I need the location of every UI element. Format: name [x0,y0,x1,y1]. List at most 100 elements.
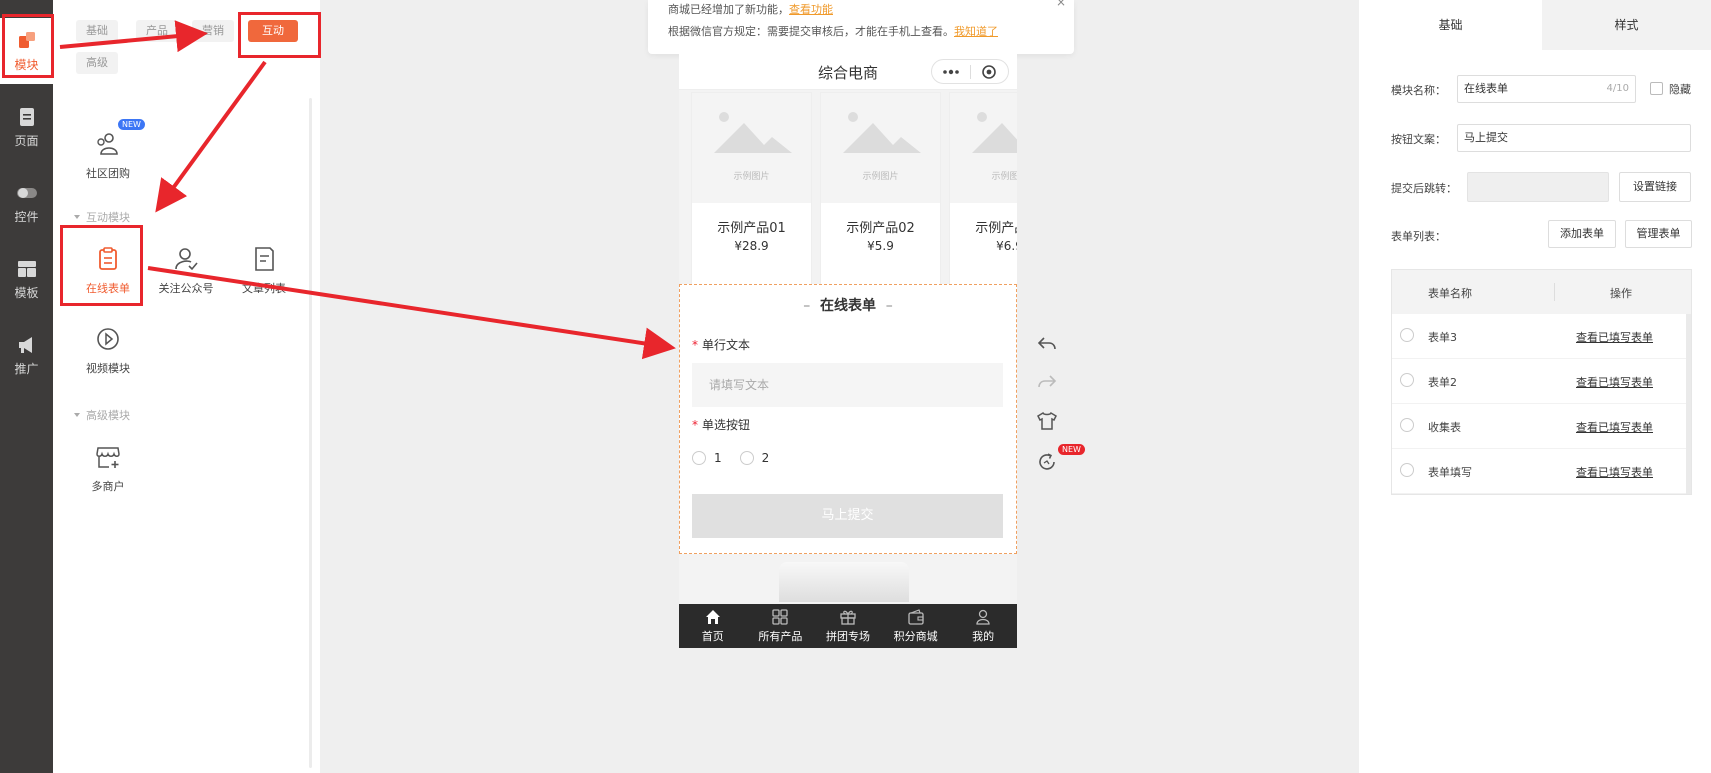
row-radio[interactable] [1400,418,1414,432]
category-interactive[interactable]: 互动 [248,20,298,42]
add-form-button[interactable]: 添加表单 [1548,220,1616,248]
product-image: 示例图片 [692,93,811,203]
view-filled-link[interactable]: 查看已填写表单 [1576,329,1653,345]
wallet-icon [907,609,924,625]
megaphone-icon [18,336,32,353]
text-input[interactable]: 请填写文本 [692,363,1003,407]
settings-panel: 基础 样式 模块名称： 在线表单 4/10 隐藏 按钮文案： 马上提交 提交后跳转… [1359,0,1711,773]
rail-item-promote[interactable]: 推广 [0,322,53,388]
view-filled-link[interactable]: 查看已填写表单 [1576,374,1653,390]
rail-item-control[interactable]: 控件 [0,170,53,236]
gift-icon [840,610,856,625]
image-placeholder-icon [843,112,921,153]
char-count: 4/10 [1606,83,1629,94]
module-video[interactable]: 视频模块 [69,325,147,376]
image-placeholder-icon [714,112,792,153]
view-filled-link[interactable]: 查看已填写表单 [1576,464,1653,480]
table-row[interactable]: 表单3 查看已填写表单 [1392,314,1691,359]
clipboard-icon [99,247,117,270]
table-row[interactable]: 表单2 查看已填写表单 [1392,359,1691,404]
category-marketing[interactable]: 营销 [192,20,234,42]
redirect-link-input[interactable] [1467,172,1609,202]
undo-icon[interactable] [1036,333,1060,357]
table-row[interactable]: 收集表 查看已填写表单 [1392,404,1691,449]
tab-home[interactable]: 首页 [679,604,747,648]
rail-item-template[interactable]: 模板 [0,246,53,312]
category-advanced[interactable]: 高级 [76,52,118,74]
radio-option-1[interactable] [692,451,706,465]
category-product[interactable]: 产品 [136,20,178,42]
community-group-icon [97,133,118,155]
user-icon [976,609,990,625]
toolbar-new-badge: NEW [1058,444,1085,455]
button-text-input[interactable]: 马上提交 [1457,124,1691,152]
table-header: 表单名称 操作 [1392,270,1691,314]
module-multi-merchant[interactable]: 多商户 [69,443,147,494]
image-placeholder-icon [972,112,1017,153]
row-radio[interactable] [1400,463,1414,477]
form-title: – 在线表单 – [803,298,893,314]
set-link-button[interactable]: 设置链接 [1619,172,1691,202]
module-online-form[interactable]: 在线表单 [69,245,147,296]
online-form-module[interactable]: – 在线表单 – * 单行文本 请填写文本 * 单选按钮 1 2 马上提交 [679,284,1017,554]
toggle-icon [16,187,37,198]
button-text-label: 按钮文案： [1391,133,1446,146]
update-notice: 商城已经增加了新功能，查看功能 根据微信官方规定：需要提交审核后，才能在手机上查… [648,0,1074,54]
theme-shirt-icon[interactable] [1036,410,1060,434]
view-filled-link[interactable]: 查看已填写表单 [1576,419,1653,435]
refresh-icon[interactable] [1036,451,1060,475]
notice-line-1: 商城已经增加了新功能，查看功能 [668,3,833,16]
section-advanced: 高级模块 [74,407,130,423]
home-icon [705,610,720,624]
module-community-group[interactable]: 社区团购 [69,130,147,181]
module-article-list[interactable]: 文章列表 [225,245,303,296]
category-basic[interactable]: 基础 [76,20,118,42]
rail-item-page[interactable]: 页面 [0,94,53,160]
module-follow-account[interactable]: 关注公众号 [147,245,225,296]
module-name-label: 模块名称： [1391,84,1446,97]
more-dots-icon[interactable] [932,69,970,75]
tab-style[interactable]: 样式 [1542,0,1711,50]
hide-label: 隐藏 [1669,83,1691,96]
notice-line-2: 根据微信官方规定：需要提交审核后，才能在手机上查看。我知道了 [668,25,998,38]
tab-group-buy[interactable]: 拼团专场 [814,604,882,648]
text-field-label: * 单行文本 [692,338,751,352]
product-image: 示例图片 [950,93,1017,203]
radio-group: 1 2 [692,451,769,465]
radio-option-2[interactable] [739,451,754,465]
module-icon [18,31,35,48]
tab-all-products[interactable]: 所有产品 [747,604,815,648]
row-radio[interactable] [1400,328,1414,342]
table-row[interactable]: 表单填写 查看已填写表单 [1392,449,1691,494]
form-list-label: 表单列表： [1391,230,1446,243]
got-it-link[interactable]: 我知道了 [954,25,998,38]
table-scrollbar[interactable] [1686,314,1691,494]
tab-basic[interactable]: 基础 [1359,0,1542,50]
submit-button[interactable]: 马上提交 [692,494,1003,538]
template-icon [17,260,36,277]
rail-item-module[interactable]: 模块 [0,18,53,84]
row-radio[interactable] [1400,373,1414,387]
close-target-icon[interactable] [970,64,1008,80]
radio-field-label: * 单选按钮 [692,418,751,432]
redo-icon[interactable] [1036,371,1060,395]
product-image: 示例图片 [821,93,940,203]
form-table: 表单名称 操作 表单3 查看已填写表单 表单2 查看已填写表单 收集表 查看已填… [1391,269,1692,495]
tab-points-mall[interactable]: 积分商城 [882,604,950,648]
module-name-input[interactable]: 在线表单 4/10 [1457,75,1636,103]
page-icon [19,107,34,126]
view-feature-link[interactable]: 查看功能 [789,3,833,16]
phone-preview: 综合电商 示例图片 示例产品01 ¥28.9 示例图片 示例产品02 ¥5.9 [679,54,1017,648]
module-panel: 基础 产品 营销 互动 高级 社区团购 NEW 互动模块 在线表单 关注公众号 … [53,0,320,773]
hide-checkbox[interactable] [1650,82,1663,95]
new-badge: NEW [118,119,145,130]
float-placeholder [779,562,909,602]
phone-header: 综合电商 [679,54,1017,90]
redirect-label: 提交后跳转： [1391,182,1457,195]
section-interactive: 互动模块 [74,209,130,225]
close-icon[interactable]: × [1056,0,1066,9]
manage-form-button[interactable]: 管理表单 [1625,220,1692,248]
phone-tabbar: 首页 所有产品 拼团专场 积分商城 我的 [679,604,1017,648]
tab-mine[interactable]: 我的 [949,604,1017,648]
panel-scrollbar[interactable] [309,98,312,768]
